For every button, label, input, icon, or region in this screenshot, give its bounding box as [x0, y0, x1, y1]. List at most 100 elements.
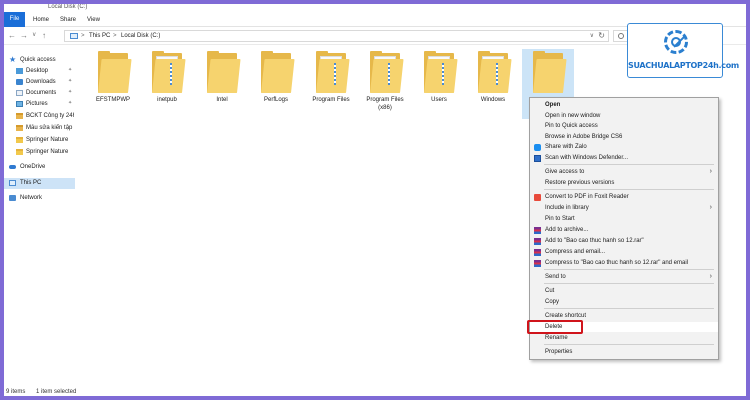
menu-item-copy[interactable]: Copy — [530, 297, 718, 307]
sidebar-item-folder[interactable]: Springer Nature — [4, 135, 75, 146]
pin-icon: ✦ — [68, 89, 73, 95]
menu-item-cut[interactable]: Cut — [530, 286, 718, 296]
sidebar-item-this-pc[interactable]: This PC — [4, 178, 75, 189]
title-bar: Local Disk (C:) — [4, 4, 746, 12]
submenu-arrow-icon: › — [709, 168, 712, 175]
menu-item-pin-start[interactable]: Pin to Start — [530, 214, 718, 224]
forward-arrow-icon[interactable]: → — [20, 31, 28, 40]
sidebar-item-label: Mẫu sửa kiến tập 24 — [26, 125, 74, 131]
folder-icon — [16, 125, 23, 131]
menu-item-scan-defender[interactable]: Scan with Windows Defender... — [530, 153, 718, 163]
menu-item-properties[interactable]: Properties — [530, 347, 718, 357]
menu-item-give-access[interactable]: Give access to › — [530, 167, 718, 177]
pin-icon: ✦ — [68, 100, 73, 106]
folder-icon — [207, 51, 241, 93]
sidebar-item-documents[interactable]: Documents ✦ — [4, 88, 75, 99]
sidebar-item-onedrive[interactable]: OneDrive — [4, 162, 75, 173]
menu-separator — [544, 189, 714, 190]
address-dropdown-icon[interactable]: ∨ — [590, 32, 594, 41]
winrar-icon — [534, 238, 541, 245]
menu-item-label: Restore previous versions — [545, 180, 615, 186]
address-bar[interactable]: > This PC > Local Disk (C:) ∨ ↻ — [64, 30, 609, 42]
refresh-icon[interactable]: ↻ — [598, 31, 605, 41]
folder-icon — [478, 51, 512, 93]
folder-item[interactable]: Intel — [196, 49, 248, 119]
folder-item[interactable]: EFSTMPWP — [87, 49, 139, 119]
this-pc-icon — [9, 180, 16, 186]
breadcrumb-local-disk[interactable]: Local Disk (C:) — [121, 32, 160, 41]
crumb-separator: > — [81, 33, 85, 39]
sidebar-item-downloads[interactable]: Downloads ✦ — [4, 77, 75, 88]
back-arrow-icon[interactable]: ← — [8, 31, 16, 40]
sidebar-item-folder[interactable]: BCKT Công ty 24h C — [4, 111, 75, 122]
menu-item-label: Pin to Quick access — [545, 123, 598, 129]
folder-item[interactable]: PerfLogs — [250, 49, 302, 119]
menu-item-label: Browse in Adobe Bridge CS6 — [545, 133, 623, 140]
folder-item[interactable]: Users — [413, 49, 465, 119]
folder-label: Intel — [216, 97, 228, 103]
sidebar-item-label: Documents — [26, 90, 57, 96]
folder-label: PerfLogs — [263, 97, 288, 103]
folder-icon — [98, 51, 132, 93]
tab-view[interactable]: View — [87, 15, 100, 25]
pin-icon: ✦ — [68, 67, 73, 73]
sidebar-item-label: Desktop — [26, 68, 49, 74]
tab-share[interactable]: Share — [60, 15, 76, 25]
sidebar-item-label: Pictures — [26, 101, 48, 107]
brand-logo: SUACHUALAPTOP24h.com — [627, 23, 739, 78]
recent-locations-icon[interactable]: ∨ — [32, 31, 36, 40]
menu-item-open[interactable]: Open — [530, 100, 718, 110]
folder-icon — [16, 113, 23, 119]
menu-item-rename[interactable]: Rename — [530, 333, 718, 343]
menu-item-open-new-window[interactable]: Open in new window — [530, 111, 718, 121]
sidebar-item-folder[interactable]: Springer Nature — [4, 147, 75, 158]
pdf-icon — [534, 194, 541, 201]
sidebar-item-network[interactable]: Network — [4, 193, 75, 204]
menu-item-label: Cut — [545, 288, 555, 294]
status-selection: 1 item selected — [36, 389, 77, 395]
menu-item-browse-adobe-bridge[interactable]: Browse in Adobe Bridge CS6 — [530, 132, 718, 142]
menu-item-include-library[interactable]: Include in library › — [530, 203, 718, 213]
menu-item-send-to[interactable]: Send to › — [530, 272, 718, 282]
sidebar-item-quick-access[interactable]: ★ Quick access — [4, 55, 75, 66]
tab-home[interactable]: Home — [33, 15, 49, 25]
sidebar-item-pictures[interactable]: Pictures ✦ — [4, 99, 75, 110]
folder-label: EFSTMPWP — [96, 97, 130, 103]
sidebar-item-folder[interactable]: Mẫu sửa kiến tập 24 — [4, 123, 75, 134]
sidebar-item-label: Springer Nature — [26, 149, 69, 155]
sidebar-item-label: Springer Nature — [26, 137, 69, 143]
sidebar-item-desktop[interactable]: Desktop ✦ — [4, 66, 75, 77]
menu-item-compress-rar-email[interactable]: Compress to "Bao cao thuc hanh so 12.rar… — [530, 258, 718, 268]
menu-item-restore-versions[interactable]: Restore previous versions — [530, 178, 718, 188]
folder-item[interactable]: Program Files — [305, 49, 357, 119]
folder-item[interactable]: inetpub — [141, 49, 193, 119]
folder-item[interactable]: Windows — [467, 49, 519, 119]
this-pc-icon — [70, 33, 78, 39]
menu-separator — [544, 164, 714, 165]
windows-defender-icon — [534, 154, 541, 162]
menu-item-compress-email[interactable]: Compress and email... — [530, 247, 718, 257]
delete-highlight-box — [527, 320, 583, 334]
breadcrumb-this-pc[interactable]: This PC — [89, 32, 110, 41]
menu-item-share-zalo[interactable]: Share with Zalo — [530, 142, 718, 152]
menu-item-label: Add to "Bao cao thuc hanh so 12.rar" — [545, 238, 644, 244]
winrar-icon — [534, 227, 541, 234]
folder-icon — [533, 51, 567, 93]
menu-item-add-archive[interactable]: Add to archive... — [530, 225, 718, 235]
menu-item-pin-quick-access[interactable]: Pin to Quick access — [530, 121, 718, 131]
submenu-arrow-icon: › — [709, 273, 712, 280]
folder-label: inetpub — [157, 97, 177, 103]
menu-separator — [544, 308, 714, 309]
folder-icon — [152, 51, 186, 93]
status-bar: 9 items 1 item selected — [4, 387, 746, 396]
menu-item-add-to-rar[interactable]: Add to "Bao cao thuc hanh so 12.rar" — [530, 236, 718, 246]
menu-item-label: Pin to Start — [545, 216, 575, 222]
menu-item-label: Share with Zalo — [545, 144, 587, 150]
folder-item[interactable]: Program Files (x86) — [359, 49, 411, 119]
folder-label: Program Files — [312, 97, 350, 103]
menu-item-convert-pdf[interactable]: Convert to PDF in Foxit Reader — [530, 192, 718, 202]
menu-item-label: Open in new window — [545, 112, 601, 119]
tab-file[interactable]: File — [4, 12, 25, 27]
documents-icon — [16, 90, 23, 96]
up-arrow-icon[interactable]: ↑ — [42, 31, 46, 40]
